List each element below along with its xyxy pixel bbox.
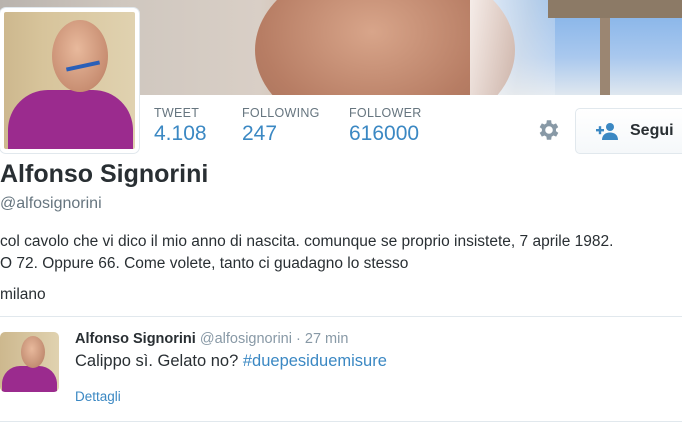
tweet-avatar[interactable] bbox=[0, 332, 59, 392]
profile-name[interactable]: Alfonso Signorini bbox=[0, 160, 208, 189]
banner-pole bbox=[548, 0, 682, 18]
tweet-header: Alfonso Signorini @alfosignorini · 27 mi… bbox=[75, 331, 348, 347]
stat-value: 616000 bbox=[349, 122, 420, 145]
stat-tweet[interactable]: TWEET 4.108 bbox=[154, 106, 207, 146]
divider bbox=[0, 316, 682, 317]
divider bbox=[0, 421, 682, 422]
profile-handle[interactable]: @alfosignorini bbox=[0, 195, 102, 213]
profile-location: milano bbox=[0, 286, 46, 303]
stat-value: 4.108 bbox=[154, 122, 207, 145]
stat-label: FOLLOWING bbox=[242, 106, 320, 120]
stat-following[interactable]: FOLLOWING 247 bbox=[242, 106, 320, 146]
banner-post bbox=[600, 18, 610, 95]
tweet-text: Calippo sì. Gelato no? #duepesiduemisure bbox=[75, 352, 387, 371]
profile-avatar[interactable] bbox=[0, 8, 139, 153]
follow-button[interactable]: Segui bbox=[575, 108, 682, 154]
stat-label: TWEET bbox=[154, 106, 200, 120]
add-user-icon bbox=[596, 122, 620, 140]
follow-button-label: Segui bbox=[630, 122, 674, 139]
bio-line: col cavolo che vi dico il mio anno di na… bbox=[0, 233, 614, 250]
tweet-time[interactable]: 27 min bbox=[305, 331, 349, 347]
stat-follower[interactable]: FOLLOWER 616000 bbox=[349, 106, 422, 146]
tweet-details-link[interactable]: Dettagli bbox=[75, 389, 121, 404]
bio-line: O 72. Oppure 66. Come volete, tanto ci g… bbox=[0, 255, 409, 272]
tweet-hashtag[interactable]: #duepesiduemisure bbox=[243, 352, 387, 370]
gear-icon[interactable] bbox=[536, 117, 562, 143]
tweet-author-handle[interactable]: @alfosignorini bbox=[200, 331, 292, 347]
stat-label: FOLLOWER bbox=[349, 106, 422, 120]
tweet-author-name[interactable]: Alfonso Signorini bbox=[75, 331, 196, 347]
stat-value: 247 bbox=[242, 122, 278, 145]
tweet-body: Calippo sì. Gelato no? bbox=[75, 352, 239, 370]
profile-bio: col cavolo che vi dico il mio anno di na… bbox=[0, 231, 682, 275]
tweet-separator: · bbox=[296, 331, 301, 347]
banner-curtain bbox=[470, 0, 555, 95]
